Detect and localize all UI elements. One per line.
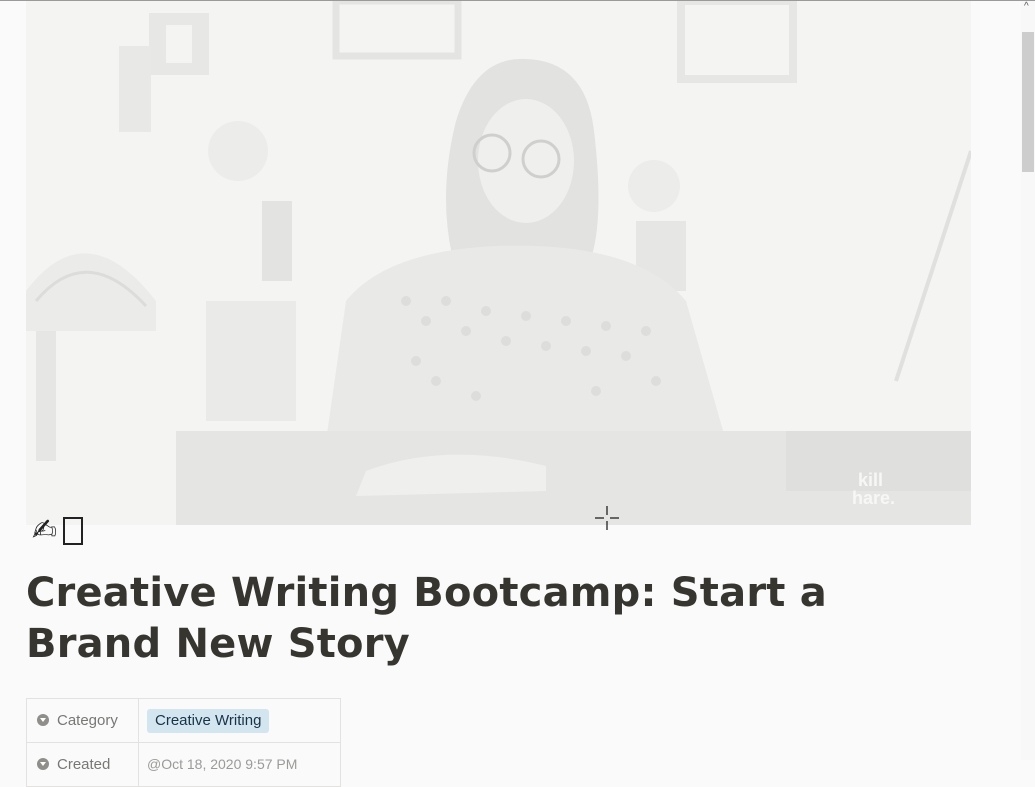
- created-timestamp: @Oct 18, 2020 9:57 PM: [147, 756, 298, 772]
- svg-text:kill: kill: [858, 470, 883, 490]
- cover-illustration: kill hare.: [26, 1, 971, 525]
- select-icon: [37, 714, 49, 726]
- category-tag[interactable]: Creative Writing: [147, 708, 270, 733]
- missing-glyph-icon: [63, 517, 84, 545]
- property-value-cell[interactable]: @Oct 18, 2020 9:57 PM: [138, 742, 341, 787]
- page-title[interactable]: Creative Writing Bootcamp: Start a Brand…: [26, 568, 976, 670]
- property-name-cell[interactable]: Category: [26, 698, 139, 743]
- page-properties-table: Category Creative Writing Created @Oct 1…: [26, 698, 341, 787]
- svg-text:hare.: hare.: [852, 488, 895, 508]
- page-icon[interactable]: ✍: [32, 511, 84, 551]
- scroll-up-arrow-icon[interactable]: ^: [1024, 2, 1029, 12]
- property-label-category: Category: [57, 712, 118, 729]
- crosshair-cursor-icon: [595, 506, 619, 530]
- property-row-category[interactable]: Category Creative Writing: [26, 698, 341, 743]
- page-cover-image[interactable]: kill hare.: [26, 1, 971, 525]
- writing-hand-icon: ✍: [32, 513, 58, 548]
- property-name-cell[interactable]: Created: [26, 742, 139, 787]
- scrollbar-thumb[interactable]: [1022, 32, 1034, 172]
- vertical-scrollbar[interactable]: ^: [1021, 1, 1035, 760]
- property-label-created: Created: [57, 756, 111, 773]
- property-row-created[interactable]: Created @Oct 18, 2020 9:57 PM: [26, 742, 341, 787]
- property-value-cell[interactable]: Creative Writing: [138, 698, 341, 743]
